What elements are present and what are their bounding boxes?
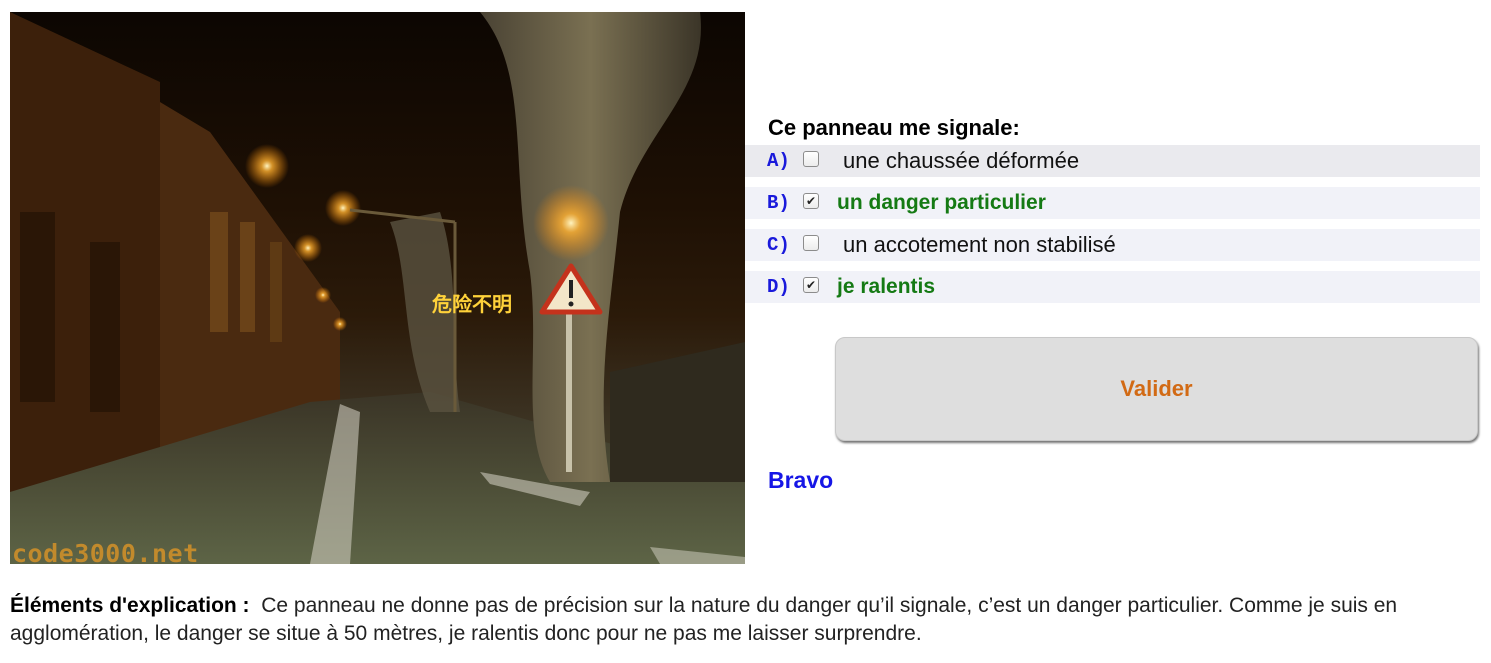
answer-checkbox[interactable] bbox=[803, 151, 819, 167]
answer-option-d[interactable]: D) ✔ je ralentis bbox=[745, 271, 1480, 303]
answer-option-a[interactable]: A) une chaussée déformée bbox=[745, 145, 1480, 177]
answer-text: je ralentis bbox=[837, 275, 936, 298]
question-title: Ce panneau me signale: bbox=[768, 115, 1020, 140]
answer-checkbox[interactable] bbox=[803, 235, 819, 251]
answer-list: A) une chaussée déformée B) ✔ un danger … bbox=[745, 145, 1480, 313]
answer-letter: D) bbox=[767, 276, 790, 298]
photo-caption: 危险不明 bbox=[432, 292, 512, 316]
explanation-block: Éléments d'explication : Ce panneau ne d… bbox=[10, 592, 1480, 648]
answer-letter: B) bbox=[767, 192, 790, 214]
question-photo: 危险不明 code3000.net bbox=[10, 12, 745, 564]
answer-checkbox[interactable]: ✔ bbox=[803, 277, 819, 293]
answer-text: une chaussée déformée bbox=[843, 148, 1080, 173]
answer-checkbox[interactable]: ✔ bbox=[803, 193, 819, 209]
answer-option-b[interactable]: B) ✔ un danger particulier bbox=[745, 187, 1480, 219]
explanation-label: Éléments d'explication : bbox=[10, 594, 250, 617]
answer-letter: C) bbox=[767, 234, 790, 256]
validate-button[interactable]: Valider bbox=[835, 337, 1478, 441]
answer-text: un danger particulier bbox=[837, 191, 1046, 214]
answer-option-c[interactable]: C) un accotement non stabilisé bbox=[745, 229, 1480, 261]
watermark-logo: code3000.net bbox=[12, 539, 199, 564]
result-message: Bravo bbox=[768, 467, 834, 493]
night-street-scene bbox=[10, 12, 745, 564]
answer-letter: A) bbox=[767, 150, 790, 172]
answer-text: un accotement non stabilisé bbox=[843, 232, 1116, 257]
